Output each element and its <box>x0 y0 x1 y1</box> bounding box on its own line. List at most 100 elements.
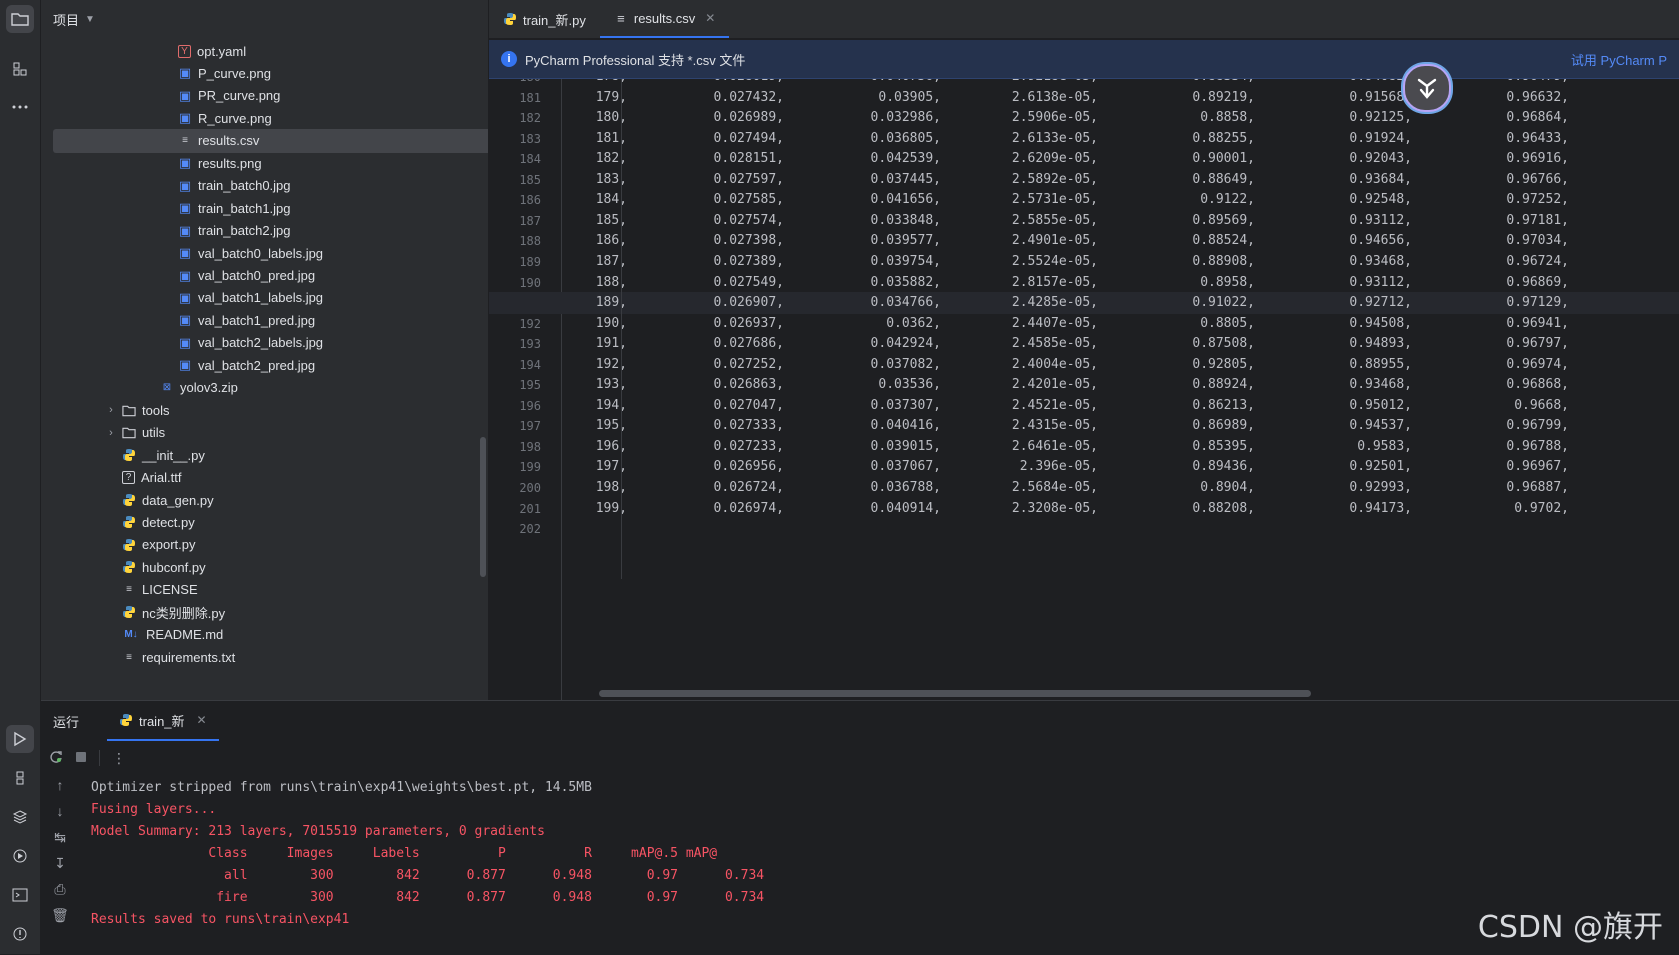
image-file-icon: ▣ <box>178 177 192 193</box>
chevron-right-icon[interactable]: › <box>104 427 118 439</box>
csv-row[interactable]: 199, 0.026974, 0.040914, 2.3208e-05, 0.88208… <box>489 498 1679 520</box>
tree-item[interactable]: ▣ val_batch2_labels.jpg <box>41 331 488 355</box>
tree-item-label: train_batch0.jpg <box>198 178 291 194</box>
close-icon[interactable]: ✕ <box>705 11 715 25</box>
csv-row[interactable]: 184, 0.027585, 0.041656, 2.5731e-05, 0.9122,… <box>489 189 1679 211</box>
tree-item[interactable]: ▣ P_curve.png <box>41 61 488 85</box>
tree-item[interactable]: data_gen.py <box>41 488 488 512</box>
tree-item[interactable]: › tools <box>41 398 488 422</box>
tree-item[interactable]: ≡ results.csv <box>53 128 488 153</box>
csv-cell: 0.89569, <box>1192 212 1255 228</box>
problems-icon[interactable] <box>6 920 34 948</box>
tree-item[interactable]: ▣ train_batch2.jpg <box>41 219 488 243</box>
csv-row[interactable]: 195, 0.027333, 0.040416, 2.4315e-05, 0.86989… <box>489 415 1679 437</box>
csv-row[interactable]: 190, 0.026937, 0.0362, 2.4407e-05, 0.8805, 0.… <box>489 313 1679 335</box>
tab-train-py[interactable]: train_新.py <box>489 0 600 38</box>
tree-item[interactable]: ▣ PR_curve.png <box>41 84 488 108</box>
image-file-icon: ▣ <box>178 222 192 238</box>
chevron-right-icon[interactable]: › <box>104 404 118 416</box>
tree-item[interactable]: export.py <box>41 533 488 557</box>
stop-icon[interactable] <box>75 751 87 766</box>
csv-row[interactable]: 185, 0.027574, 0.033848, 2.5855e-05, 0.89569… <box>489 210 1679 232</box>
tree-item[interactable]: ▣ val_batch1_labels.jpg <box>41 286 488 310</box>
csv-row[interactable]: 180, 0.026989, 0.032986, 2.5906e-05, 0.8858,… <box>489 107 1679 129</box>
tree-item[interactable]: M↓ README.md <box>41 623 488 647</box>
csv-row[interactable]: 186, 0.027398, 0.039577, 2.4901e-05, 0.88524… <box>489 230 1679 252</box>
trash-icon[interactable]: 🗑 <box>51 907 69 925</box>
arrow-down-icon[interactable]: ↓ <box>51 803 69 821</box>
csv-row[interactable]: 198, 0.026724, 0.036788, 2.5684e-05, 0.8904,… <box>489 477 1679 499</box>
image-file-icon: ▣ <box>178 65 192 81</box>
more-vertical-icon[interactable]: ⋮ <box>112 750 126 767</box>
layers-icon[interactable] <box>6 803 34 831</box>
csv-row[interactable]: 181, 0.027494, 0.036805, 2.6133e-05, 0.88255… <box>489 128 1679 150</box>
csv-row[interactable]: 192, 0.027252, 0.037082, 2.4004e-05, 0.92805… <box>489 354 1679 376</box>
tree-item[interactable]: ▣ val_batch1_pred.jpg <box>41 308 488 332</box>
services-icon[interactable] <box>6 842 34 870</box>
csv-row[interactable]: 196, 0.027233, 0.039015, 2.6461e-05, 0.85395… <box>489 436 1679 458</box>
csv-row[interactable]: 182, 0.028151, 0.042539, 2.6209e-05, 0.90001… <box>489 148 1679 170</box>
folder-icon <box>122 426 136 440</box>
tree-item[interactable]: detect.py <box>41 510 488 534</box>
tree-item[interactable]: ▣ val_batch0_pred.jpg <box>41 264 488 288</box>
csv-cell: 2.3208e-05, <box>1011 500 1098 516</box>
arrow-up-icon[interactable]: ↑ <box>51 777 69 795</box>
try-pycharm-link[interactable]: 试用 PyCharm P <box>1571 50 1667 69</box>
project-panel: 项目 ▼ Yopt.yaml ▣ P_curve.png ▣ PR_curve.png ▣… <box>41 0 488 700</box>
tree-item[interactable]: ≡ LICENSE <box>41 578 488 602</box>
console-line: Model Summary: 213 layers, 7015519 param… <box>91 824 545 839</box>
tree-item[interactable]: ▣ train_batch1.jpg <box>41 196 488 220</box>
python-console-icon[interactable] <box>6 764 34 792</box>
csv-row[interactable]: 191, 0.027686, 0.042924, 2.4585e-05, 0.87508… <box>489 333 1679 355</box>
csv-cell: 0.8904, <box>1200 480 1255 495</box>
csv-cell: 2.5524e-05, <box>1011 253 1098 269</box>
csv-row[interactable]: 188, 0.027549, 0.035882, 2.8157e-05, 0.8958,… <box>489 272 1679 294</box>
tree-item[interactable]: nc类别删除.py <box>41 600 488 624</box>
rerun-icon[interactable] <box>49 750 63 767</box>
run-icon[interactable] <box>6 725 34 753</box>
tree-scrollbar[interactable] <box>480 437 486 577</box>
tree-item[interactable]: › utils <box>41 421 488 445</box>
close-icon[interactable]: ✕ <box>197 713 207 727</box>
tree-item[interactable]: ▣ val_batch0_labels.jpg <box>41 241 488 265</box>
print-icon[interactable]: ⎙ <box>51 881 69 899</box>
terminal-icon[interactable] <box>6 881 34 909</box>
chevron-down-icon[interactable]: ▼ <box>85 14 95 25</box>
tree-item[interactable]: Yopt.yaml <box>41 39 488 63</box>
csv-row[interactable]: 193, 0.026863, 0.03536, 2.4201e-05, 0.88924,… <box>489 374 1679 396</box>
csv-cell: 196, <box>595 438 627 454</box>
ai-assistant-icon[interactable] <box>1403 64 1451 112</box>
more-icon[interactable] <box>6 93 34 121</box>
csv-row[interactable]: 187, 0.027389, 0.039754, 2.5524e-05, 0.88908… <box>489 251 1679 273</box>
csv-row[interactable] <box>489 518 1679 540</box>
csv-row[interactable]: 189, 0.026907, 0.034766, 2.4285e-05, 0.91022… <box>489 292 1679 315</box>
csv-cell: 0.040914, <box>870 500 941 516</box>
project-header[interactable]: 项目 ▼ <box>41 0 488 38</box>
run-tab-train[interactable]: train_新 ✕ <box>107 701 219 741</box>
tree-item[interactable]: ▣ val_batch2_pred.jpg <box>41 353 488 377</box>
tree-item[interactable]: ≡ requirements.txt <box>41 645 488 669</box>
tree-item-label: val_batch2_pred.jpg <box>198 357 316 373</box>
project-folder-icon[interactable] <box>6 5 34 33</box>
tree-item[interactable]: ▣ results.png <box>41 151 488 175</box>
tree-item[interactable]: ▣ R_curve.png <box>41 106 488 130</box>
tree-item[interactable]: hubconf.py <box>41 555 488 579</box>
soft-wrap-icon[interactable]: ↹ <box>51 829 69 847</box>
structure-icon[interactable] <box>6 55 34 83</box>
csv-cell: 0.026974, <box>713 500 784 516</box>
scroll-to-end-icon[interactable]: ↧ <box>51 855 69 873</box>
editor-area: train_新.py ≡ results.csv ✕ 1801811821831… <box>489 0 1679 700</box>
csv-row[interactable]: 183, 0.027597, 0.037445, 2.5892e-05, 0.88649… <box>489 169 1679 191</box>
tree-item[interactable]: ⊠ yolov3.zip <box>41 376 488 400</box>
csv-cell: 0.03905, <box>878 89 941 105</box>
console-output[interactable]: Optimizer stripped from runs\train\exp41… <box>91 777 1591 931</box>
tree-item[interactable]: ? Arial.ttf <box>41 466 488 490</box>
csv-row[interactable]: 179, 0.027432, 0.03905, 2.6138e-05, 0.89219,… <box>489 87 1679 109</box>
horizontal-scrollbar[interactable] <box>599 690 1311 697</box>
csv-cell: 0.96887, <box>1506 480 1569 495</box>
tree-item[interactable]: __init__.py <box>41 443 488 467</box>
csv-row[interactable]: 197, 0.026956, 0.037067, 2.396e-05, 0.89436,… <box>489 456 1679 478</box>
tab-results-csv[interactable]: ≡ results.csv ✕ <box>599 0 730 38</box>
tree-item[interactable]: ▣ train_batch0.jpg <box>41 174 488 198</box>
csv-row[interactable]: 194, 0.027047, 0.037307, 2.4521e-05, 0.86213… <box>489 395 1679 417</box>
